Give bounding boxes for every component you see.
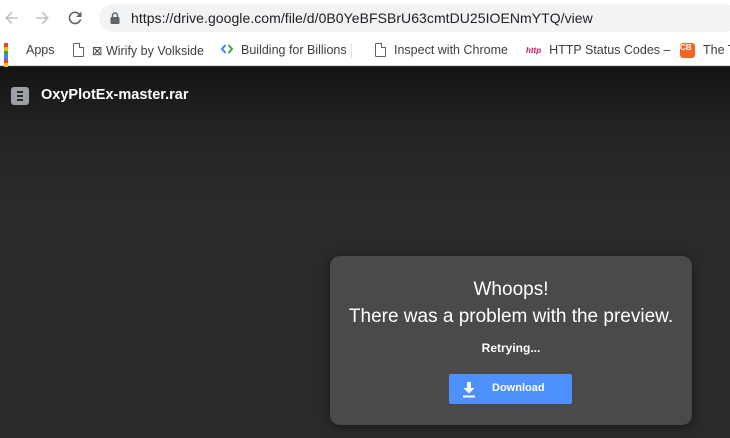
error-title: Whoops! [473, 279, 549, 300]
bookmark-building-for-billions[interactable]: Building for Billions [220, 36, 347, 64]
bookmark-label: Building for Billions [241, 43, 347, 57]
browser-toolbar: https://drive.google.com/file/d/0B0YeBFS… [0, 0, 730, 36]
http-icon: http [526, 45, 542, 55]
bookmark-http-status-codes[interactable]: http HTTP Status Codes – [526, 36, 670, 64]
bookmark-apps[interactable]: Apps [4, 36, 55, 79]
bookmark-the[interactable]: CB The T [680, 36, 730, 64]
bookmarks-bar: Apps ⊠ Wirify by Volkside Building for B… [0, 36, 730, 79]
bookmark-label: Inspect with Chrome [394, 43, 508, 57]
download-button[interactable]: Download [449, 374, 572, 404]
google-dev-icon [220, 43, 234, 58]
download-button-label: Download [492, 382, 545, 394]
bookmark-label: ⊠ Wirify by Volkside [92, 43, 204, 58]
bookmark-label: HTTP Status Codes – [549, 43, 671, 57]
reload-icon[interactable] [63, 6, 87, 30]
file-name: OxyPlotEx-master.rar [41, 87, 189, 103]
arrow-back-icon[interactable] [0, 6, 24, 30]
bookmark-inspect-with-chrome[interactable]: Inspect with Chrome [375, 36, 508, 64]
file-preview-viewer: OxyPlotEx-master.rar Whoops! There was a… [0, 67, 730, 438]
archive-file-icon [11, 87, 29, 105]
preview-error-dialog: Whoops! There was a problem with the pre… [330, 256, 692, 425]
apps-grid-icon [4, 43, 18, 79]
download-icon [463, 382, 475, 398]
page-icon [375, 43, 386, 57]
url-text[interactable]: https://drive.google.com/file/d/0B0YeBFS… [131, 10, 593, 26]
bookmark-label: The T [703, 43, 730, 57]
arrow-forward-icon[interactable] [30, 6, 54, 30]
bookmark-separator [351, 44, 352, 58]
page-icon [73, 43, 84, 57]
lock-icon [110, 12, 120, 24]
retry-status: Retrying... [481, 341, 541, 355]
bookmark-label: Apps [26, 43, 55, 57]
error-message: There was a problem with the preview. [348, 306, 674, 327]
cb-icon: CB [680, 42, 695, 58]
address-bar[interactable]: https://drive.google.com/file/d/0B0YeBFS… [99, 4, 730, 32]
bookmark-wirify[interactable]: ⊠ Wirify by Volkside [73, 36, 204, 64]
